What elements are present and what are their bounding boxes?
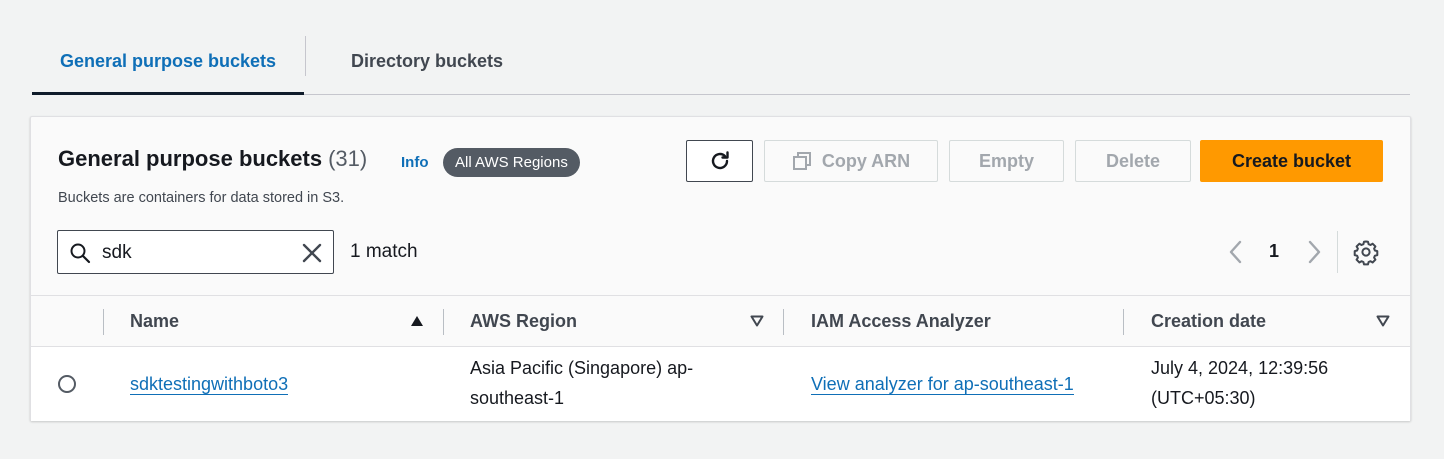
creation-date-line-1: July 4, 2024, 12:39:56 — [1151, 358, 1329, 378]
delete-button[interactable]: Delete — [1075, 140, 1191, 182]
pager-divider — [1337, 231, 1338, 273]
refresh-icon — [711, 151, 729, 170]
search-icon — [70, 243, 91, 264]
column-header-name[interactable]: Name — [130, 296, 179, 347]
copy-icon — [792, 152, 811, 170]
view-analyzer-link[interactable]: View analyzer for ap-southeast-1 — [811, 374, 1074, 395]
close-icon[interactable] — [301, 242, 323, 264]
column-divider — [443, 309, 444, 335]
refresh-button[interactable] — [686, 140, 753, 182]
tab-directory-buckets[interactable]: Directory buckets — [306, 28, 548, 94]
panel-description: Buckets are containers for data stored i… — [58, 190, 345, 206]
copy-arn-button[interactable]: Copy ARN — [764, 140, 938, 182]
column-header-region[interactable]: AWS Region — [470, 296, 577, 347]
column-header-analyzer[interactable]: IAM Access Analyzer — [811, 296, 991, 347]
empty-button[interactable]: Empty — [949, 140, 1064, 182]
bucket-name-cell: sdktestingwithboto3 — [130, 369, 289, 399]
info-link[interactable]: Info — [401, 154, 429, 171]
table-header: Name AWS Region IAM Access Analyzer Crea… — [31, 295, 1410, 347]
region-filter-badge: All AWS Regions — [443, 148, 580, 177]
column-header-creation-date[interactable]: Creation date — [1151, 296, 1266, 347]
panel-title-text: General purpose buckets — [58, 146, 323, 171]
search-value: sdk — [102, 242, 132, 263]
sort-caret-down-icon[interactable] — [1376, 315, 1390, 327]
row-select-radio[interactable] — [58, 375, 76, 393]
table-row: sdktestingwithboto3 Asia Pacific (Singap… — [31, 347, 1410, 421]
create-bucket-button[interactable]: Create bucket — [1200, 140, 1383, 182]
region-line-1: Asia Pacific (Singapore) ap- — [470, 358, 694, 378]
column-divider — [783, 309, 784, 335]
region-line-2: southeast-1 — [470, 388, 565, 408]
column-divider — [1123, 309, 1124, 335]
creation-date-cell: July 4, 2024, 12:39:56 (UTC+05:30) — [1151, 353, 1328, 413]
current-page[interactable]: 1 — [1269, 241, 1279, 262]
copy-arn-label: Copy ARN — [821, 150, 911, 171]
search-input[interactable]: sdk — [57, 230, 334, 274]
creation-date-line-2: (UTC+05:30) — [1151, 388, 1256, 408]
chevron-right-icon[interactable] — [1303, 238, 1325, 266]
buckets-panel: General purpose buckets (31) Info All AWS… — [30, 116, 1411, 421]
sort-caret-down-icon[interactable] — [750, 315, 764, 327]
bucket-name-link[interactable]: sdktestingwithboto3 — [130, 374, 289, 395]
analyzer-cell: View analyzer for ap-southeast-1 — [811, 369, 1074, 399]
region-cell: Asia Pacific (Singapore) ap- southeast-1 — [470, 353, 693, 413]
tab-general-purpose-buckets[interactable]: General purpose buckets — [32, 28, 304, 95]
chevron-left-icon[interactable] — [1225, 238, 1247, 266]
column-divider — [103, 309, 104, 335]
bucket-count: (31) — [328, 146, 368, 171]
match-count: 1 match — [350, 241, 418, 262]
bucket-type-tabs: General purpose buckets Directory bucket… — [32, 28, 1410, 95]
sort-ascending-icon[interactable] — [410, 315, 424, 327]
page-title: General purpose buckets (31) — [58, 146, 367, 172]
gear-icon[interactable] — [1352, 238, 1380, 266]
